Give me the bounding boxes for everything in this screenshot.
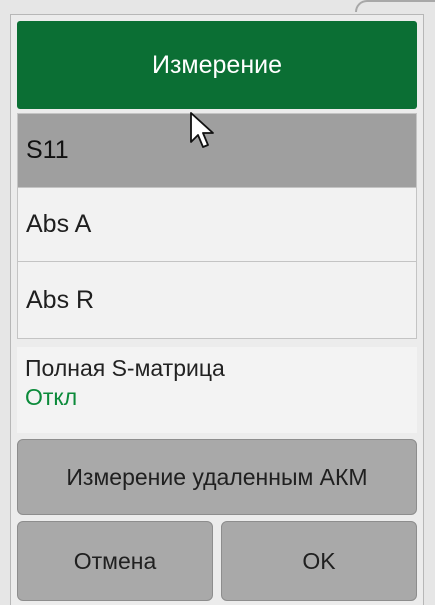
full-s-matrix-label: Полная S-матрица: [25, 355, 225, 381]
ok-button[interactable]: OK: [221, 521, 417, 601]
full-s-matrix-toggle[interactable]: Полная S-матрица Откл: [17, 347, 417, 433]
remote-calibration-button[interactable]: Измерение удаленным АКМ: [17, 439, 417, 515]
list-item-s11[interactable]: S11: [18, 114, 416, 188]
list-item-abs-a[interactable]: Abs A: [18, 188, 416, 262]
cancel-button[interactable]: Отмена: [17, 521, 213, 601]
remote-calibration-label: Измерение удаленным АКМ: [66, 463, 368, 490]
cancel-label: Отмена: [73, 547, 157, 574]
list-item-label: S11: [26, 136, 69, 164]
full-s-matrix-value: Откл: [25, 384, 78, 410]
list-item-label: Abs R: [26, 285, 95, 314]
measurement-list: S11 Abs A Abs R: [17, 113, 417, 339]
ok-label: OK: [302, 547, 336, 574]
measurement-dialog: Измерение S11 Abs A Abs R Полная S-матри…: [10, 14, 424, 605]
list-item-label: Abs A: [26, 210, 92, 238]
window-edge: [355, 0, 435, 12]
dialog-title: Измерение: [17, 21, 417, 109]
list-item-abs-r[interactable]: Abs R: [18, 262, 416, 338]
